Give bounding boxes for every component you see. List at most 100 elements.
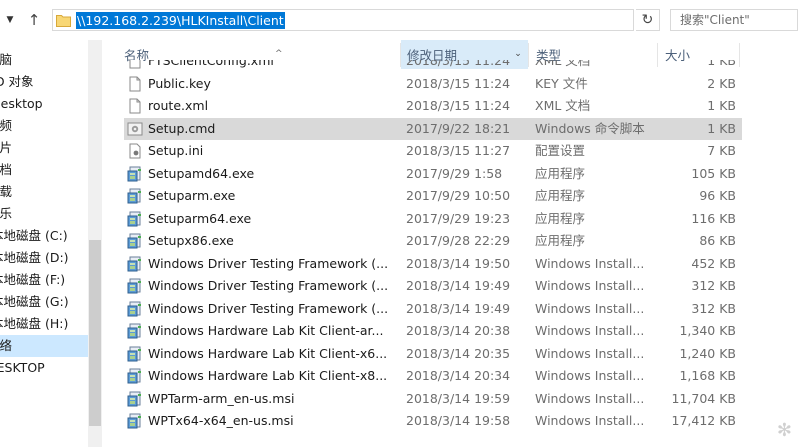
installer-icon bbox=[127, 166, 143, 182]
nav-item-label: 本地磁盘 (H:) bbox=[0, 316, 69, 331]
file-row[interactable]: Windows Driver Testing Framework (... 201… bbox=[124, 253, 742, 275]
navigation-scrollbar[interactable] bbox=[88, 40, 102, 447]
nav-item-label: 下载 bbox=[0, 184, 13, 199]
file-modified-date: 2017/9/29 1:58 bbox=[406, 165, 503, 181]
file-type: 应用程序 bbox=[535, 210, 586, 226]
nav-item[interactable]: 下载 bbox=[0, 181, 88, 203]
file-type: Windows Install... bbox=[535, 255, 645, 271]
nav-item[interactable]: 音乐 bbox=[0, 203, 88, 225]
address-toolbar: ▼ ↑ \\192.168.2.239\HLKInstall\Client ▼ … bbox=[0, 0, 798, 40]
file-type: Windows 命令脚本 bbox=[535, 120, 645, 136]
file-row[interactable]: Windows Driver Testing Framework (... 201… bbox=[124, 275, 742, 297]
file-icon bbox=[127, 76, 143, 92]
installer-icon bbox=[127, 256, 143, 272]
navigation-scrollbar-thumb[interactable] bbox=[89, 240, 101, 426]
file-name: Windows Hardware Lab Kit Client-ar... bbox=[148, 323, 384, 338]
file-type: 应用程序 bbox=[535, 165, 586, 181]
file-size: 312 KB bbox=[691, 300, 736, 316]
file-row[interactable]: Windows Hardware Lab Kit Client-ar... 201… bbox=[124, 320, 742, 342]
file-size: 1,240 KB bbox=[679, 345, 736, 361]
file-modified-date: 2018/3/15 11:24 bbox=[406, 98, 511, 113]
installer-icon bbox=[127, 188, 143, 204]
file-row[interactable]: Setuparm.exe 2017/9/29 10:50 应用程序 96 KB bbox=[124, 185, 742, 207]
file-size: 2 KB bbox=[707, 75, 736, 91]
file-name: Windows Hardware Lab Kit Client-x8... bbox=[148, 368, 388, 383]
file-row[interactable]: Public.key 2018/3/15 11:24 KEY 文件 2 KB bbox=[124, 73, 742, 95]
nav-item[interactable]: 图片 bbox=[0, 137, 88, 159]
file-name: WPTx64-x64_en-us.msi bbox=[148, 413, 294, 428]
file-size: 96 KB bbox=[699, 188, 736, 203]
file-type: Windows Install... bbox=[535, 390, 645, 406]
file-row[interactable]: Setupx86.exe 2017/9/28 22:29 应用程序 86 KB bbox=[124, 230, 742, 252]
file-name: Setupamd64.exe bbox=[148, 165, 255, 181]
address-bar[interactable]: \\192.168.2.239\HLKInstall\Client ▼ bbox=[52, 9, 678, 31]
file-type: XML 文档 bbox=[535, 60, 591, 68]
file-row[interactable]: WPTarm-arm_en-us.msi 2018/3/14 19:59 Windo… bbox=[124, 388, 742, 410]
up-arrow-icon[interactable]: ↑ bbox=[24, 10, 44, 30]
nav-item[interactable]: 本地磁盘 (C:) bbox=[0, 225, 88, 247]
file-row[interactable]: FTSClientConfig.xml 2018/3/15 11:24 XML 文档… bbox=[124, 60, 742, 72]
recent-locations-chevron-icon[interactable]: ▼ bbox=[4, 13, 16, 27]
file-name: Windows Driver Testing Framework (... bbox=[148, 278, 389, 293]
nav-item-label: 本地磁盘 (D:) bbox=[0, 250, 69, 265]
file-row[interactable]: Windows Hardware Lab Kit Client-x8... 201… bbox=[124, 365, 742, 387]
file-type: Windows Install... bbox=[535, 323, 645, 338]
nav-item[interactable]: 文档 bbox=[0, 159, 88, 181]
installer-icon bbox=[127, 301, 143, 317]
file-row[interactable]: route.xml 2018/3/15 11:24 XML 文档 1 KB bbox=[124, 95, 742, 117]
xml-document-icon bbox=[127, 60, 143, 69]
file-type: Windows Install... bbox=[535, 413, 645, 428]
file-size: 1 KB bbox=[707, 120, 736, 136]
nav-item-label: 视频 bbox=[0, 118, 13, 133]
file-row[interactable]: WPTx64-x64_en-us.msi 2018/3/14 19:58 Windo… bbox=[124, 410, 742, 432]
search-input[interactable]: 搜索"Client" bbox=[670, 9, 798, 31]
file-list: FTSClientConfig.xml 2018/3/15 11:24 XML 文档… bbox=[102, 60, 798, 447]
file-row[interactable]: Windows Driver Testing Framework (... 201… bbox=[124, 298, 742, 320]
nav-item[interactable]: 电脑 bbox=[0, 49, 88, 71]
file-size: 1,168 KB bbox=[679, 368, 736, 383]
nav-item[interactable]: 本地磁盘 (F:) bbox=[0, 269, 88, 291]
nav-item[interactable]: DESKTOP bbox=[0, 357, 88, 379]
file-size: 86 KB bbox=[699, 233, 736, 248]
folder-icon bbox=[56, 15, 71, 27]
nav-item[interactable]: 3D 对象 bbox=[0, 71, 88, 93]
file-size: 1,340 KB bbox=[679, 323, 736, 338]
file-type: XML 文档 bbox=[535, 98, 591, 113]
file-row[interactable]: Setup.cmd 2017/9/22 18:21 Windows 命令脚本 1 KB bbox=[124, 117, 742, 140]
refresh-icon[interactable]: ↻ bbox=[636, 9, 660, 31]
navigation-pane: 电脑 3D 对象 Desktop 视频图片文档下载音乐本地磁盘 (C:) 本地磁盘 (D… bbox=[0, 40, 88, 447]
nav-item-label: 电脑 bbox=[0, 52, 13, 67]
file-name: route.xml bbox=[148, 98, 209, 113]
file-row[interactable]: Setup.ini 2018/3/15 11:27 配置设置 7 KB bbox=[124, 140, 742, 162]
file-name: Windows Driver Testing Framework (... bbox=[148, 255, 389, 271]
file-row[interactable]: Windows Hardware Lab Kit Client-x6... 201… bbox=[124, 343, 742, 365]
nav-item[interactable]: 本地磁盘 (H:) bbox=[0, 313, 88, 335]
file-size: 11,704 KB bbox=[671, 390, 736, 406]
installer-icon bbox=[127, 368, 143, 384]
nav-item[interactable]: 本地磁盘 (D:) bbox=[0, 247, 88, 269]
nav-item-label: 音乐 bbox=[0, 206, 13, 221]
file-modified-date: 2017/9/29 19:23 bbox=[406, 210, 511, 226]
nav-item[interactable]: 网络 bbox=[0, 335, 88, 357]
file-modified-date: 2018/3/14 19:59 bbox=[406, 390, 511, 406]
nav-item-label: 图片 bbox=[0, 140, 13, 155]
file-type: 应用程序 bbox=[535, 188, 586, 203]
file-size: 452 KB bbox=[691, 255, 736, 271]
file-row[interactable]: Setupamd64.exe 2017/9/29 1:58 应用程序 105 KB bbox=[124, 163, 742, 185]
address-path[interactable]: \\192.168.2.239\HLKInstall\Client bbox=[76, 12, 285, 29]
nav-item[interactable]: Desktop bbox=[0, 93, 88, 115]
file-modified-date: 2017/9/29 10:50 bbox=[406, 188, 511, 203]
nav-item-label: 本地磁盘 (F:) bbox=[0, 272, 66, 287]
file-row[interactable]: Setuparm64.exe 2017/9/29 19:23 应用程序 116 KB bbox=[124, 208, 742, 230]
file-modified-date: 2017/9/22 18:21 bbox=[406, 120, 511, 136]
file-modified-date: 2017/9/28 22:29 bbox=[406, 233, 511, 248]
nav-item[interactable]: 视频 bbox=[0, 115, 88, 137]
watermark-logo: ✻ bbox=[776, 420, 792, 441]
file-size: 105 KB bbox=[691, 165, 736, 181]
file-modified-date: 2018/3/14 20:35 bbox=[406, 345, 511, 361]
file-name: Setup.ini bbox=[148, 143, 204, 158]
nav-item[interactable]: 本地磁盘 (G:) bbox=[0, 291, 88, 313]
installer-icon bbox=[127, 346, 143, 362]
file-name: Setuparm.exe bbox=[148, 188, 236, 203]
file-name: Setupx86.exe bbox=[148, 233, 234, 248]
